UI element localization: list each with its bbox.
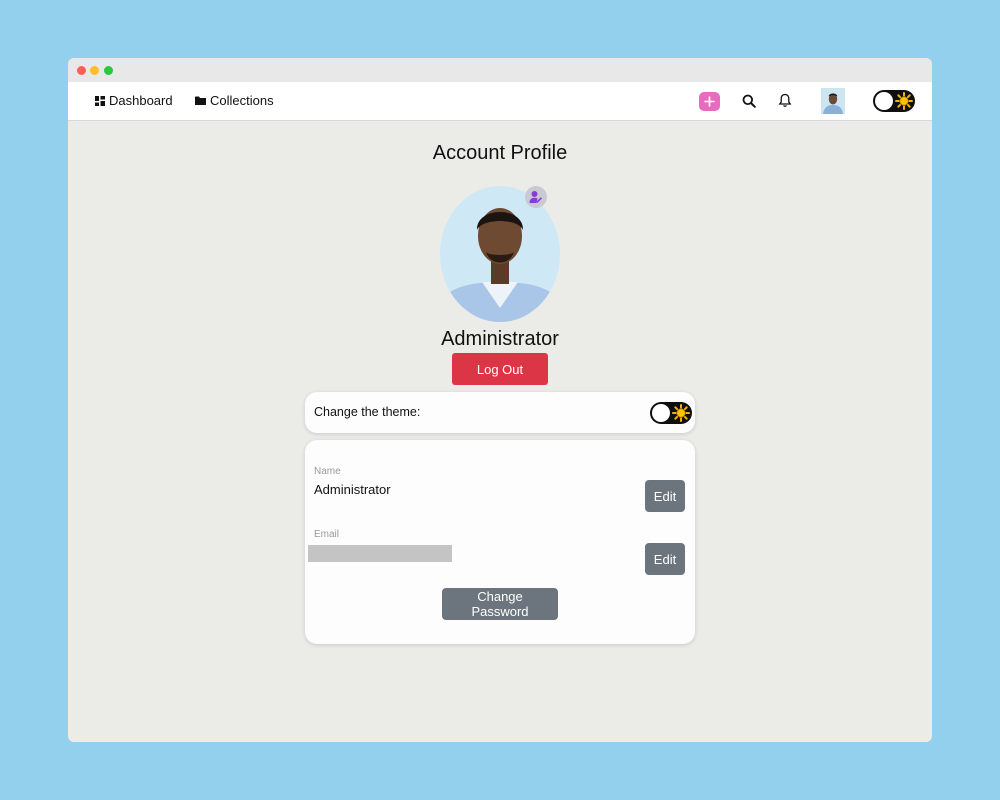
nav-collections-link[interactable]: Collections (195, 93, 274, 108)
top-navbar: Dashboard Collections (68, 82, 932, 121)
user-avatar[interactable] (821, 88, 845, 114)
dashboard-icon (95, 95, 105, 106)
theme-label: Change the theme: (314, 405, 421, 419)
profile-username: Administrator (441, 328, 559, 350)
sun-icon (895, 92, 913, 110)
user-photo (821, 88, 845, 114)
add-button[interactable] (699, 92, 720, 111)
search-button[interactable] (742, 94, 756, 108)
search-icon (742, 94, 756, 108)
notifications-button[interactable] (778, 93, 792, 108)
nav-dashboard-link[interactable]: Dashboard (95, 93, 173, 108)
sun-icon (672, 404, 690, 422)
plus-icon (704, 96, 715, 107)
user-edit-icon (529, 191, 542, 203)
name-value: Administrator (314, 482, 391, 497)
bell-icon (778, 93, 792, 107)
minimize-dot[interactable] (90, 66, 99, 75)
theme-card: Change the theme: (305, 392, 695, 433)
close-dot[interactable] (77, 66, 86, 75)
maximize-dot[interactable] (104, 66, 113, 75)
email-label: Email (314, 529, 340, 540)
toggle-knob (652, 404, 670, 422)
profile-photo (440, 186, 560, 322)
theme-toggle[interactable] (650, 402, 692, 424)
profile-avatar (440, 186, 560, 322)
browser-window: Dashboard Collections Account Profile Ad… (68, 58, 932, 742)
name-label: Name (314, 466, 341, 477)
email-value-redacted (308, 545, 452, 562)
logout-button[interactable]: Log Out (452, 353, 548, 385)
toggle-knob (875, 92, 893, 110)
page-title: Account Profile (432, 142, 568, 164)
account-details-card: Name Administrator Edit Email Edit Chang… (305, 440, 695, 644)
navbar-theme-toggle[interactable] (873, 90, 915, 112)
edit-name-button[interactable]: Edit (645, 480, 685, 512)
nav-collections-label: Collections (210, 93, 274, 108)
folder-icon (195, 96, 206, 105)
window-titlebar (68, 58, 932, 82)
change-password-button[interactable]: Change Password (442, 588, 558, 620)
edit-avatar-button[interactable] (525, 186, 547, 208)
nav-dashboard-label: Dashboard (109, 93, 173, 108)
edit-email-button[interactable]: Edit (645, 543, 685, 575)
